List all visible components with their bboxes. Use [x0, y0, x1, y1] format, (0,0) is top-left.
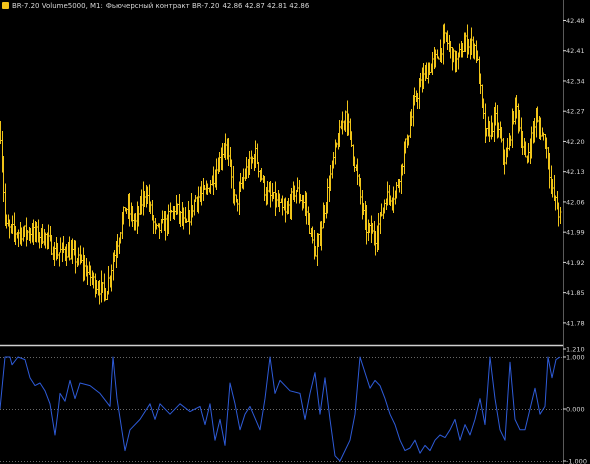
- price-bar: [59, 237, 62, 253]
- price-bar: [296, 177, 299, 192]
- price-bar: [161, 210, 164, 224]
- price-bar: [356, 158, 359, 186]
- price-tick-label: 41.99: [566, 229, 585, 237]
- price-bar: [194, 194, 197, 202]
- price-bar: [554, 195, 557, 211]
- price-tick-label: 41.78: [566, 319, 585, 327]
- price-bar: [559, 207, 562, 224]
- price-tick-label: 42.34: [566, 77, 585, 85]
- price-tick-label: 41.85: [566, 289, 585, 297]
- indicator-tick-label: 1.000: [566, 354, 585, 362]
- indicator-line: [0, 356, 561, 462]
- price-tick-label: 42.27: [566, 108, 585, 116]
- price-bar: [484, 103, 487, 144]
- price-tick-label: 42.13: [566, 168, 585, 176]
- indicator-tick-label: 1.210: [566, 346, 585, 354]
- price-bar: [542, 132, 545, 141]
- price-bar: [152, 215, 155, 234]
- price-chart[interactable]: 42.48 42.41 42.34 42.27 42.20 42.13 42.06 41.99…: [0, 0, 590, 464]
- price-tick-label: 42.06: [566, 198, 585, 206]
- price-tick-label: 41.92: [566, 259, 585, 267]
- price-bar: [0, 120, 2, 145]
- price-bar: [50, 234, 53, 256]
- price-bar: [295, 190, 298, 204]
- price-bar: [257, 161, 260, 178]
- price-bar: [58, 251, 61, 267]
- price-bar: [107, 265, 110, 295]
- price-bars: [0, 23, 562, 305]
- indicator-tick-label: -1.000: [566, 458, 587, 464]
- price-bar: [256, 143, 259, 165]
- indicator-tick-label: 0.000: [566, 406, 585, 414]
- price-tick-label: 42.41: [566, 47, 585, 55]
- price-bar: [230, 159, 233, 189]
- price-tick-label: 42.20: [566, 138, 585, 146]
- price-tick-label: 42.48: [566, 17, 585, 25]
